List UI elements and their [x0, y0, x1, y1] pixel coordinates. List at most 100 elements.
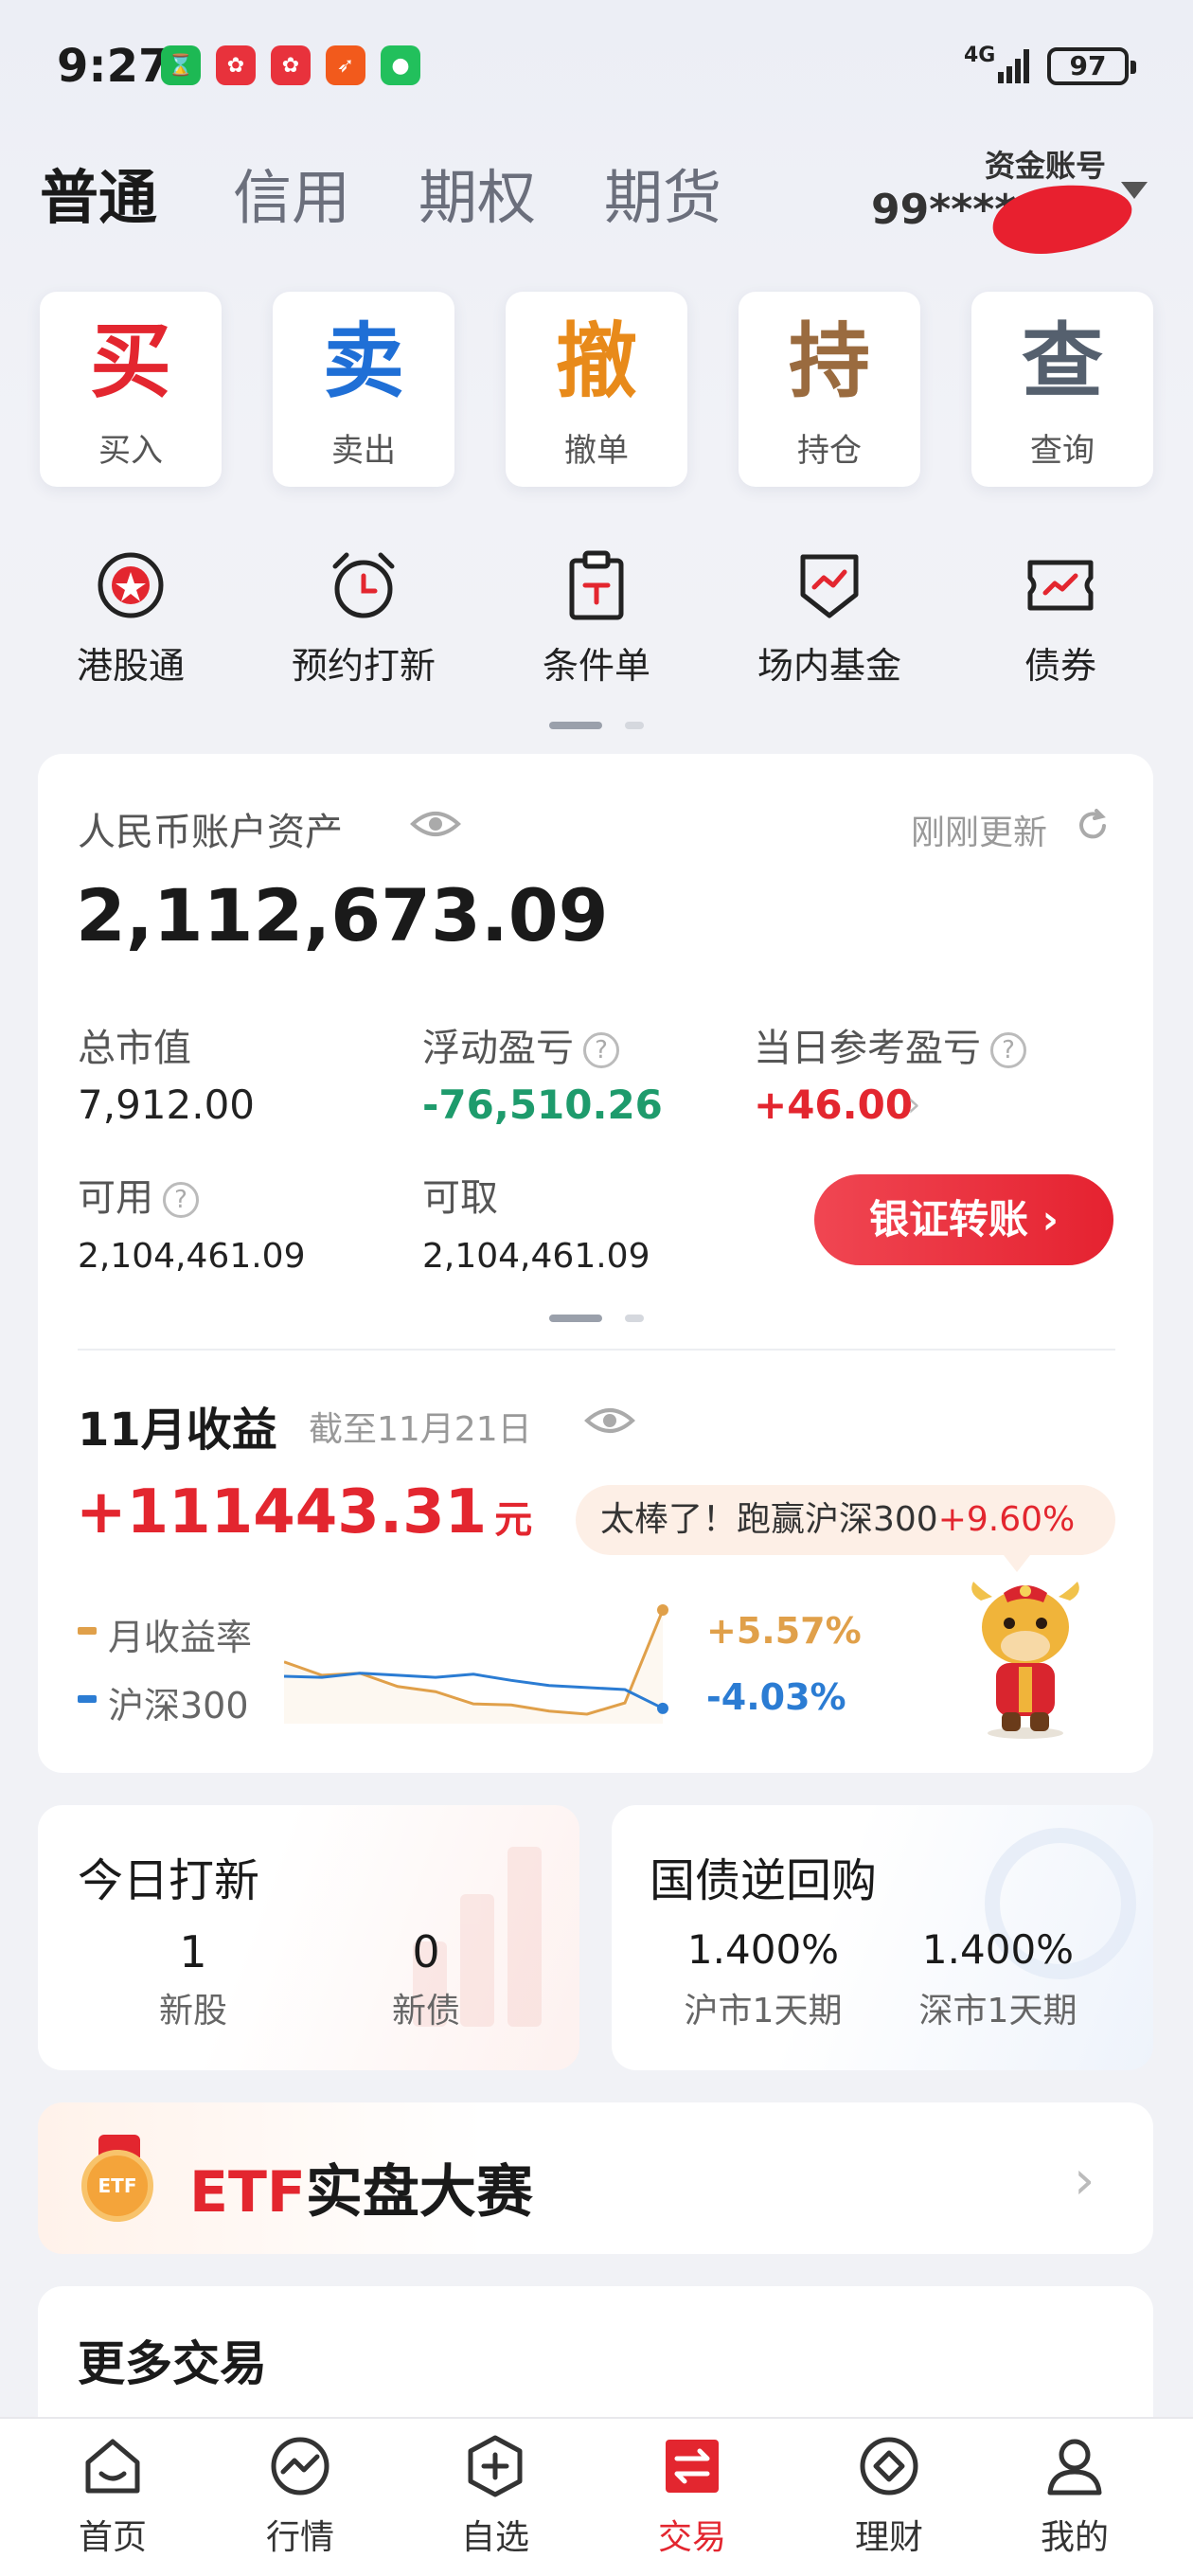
market-value: 7,912.00	[78, 1082, 256, 1128]
home-icon	[85, 2439, 140, 2494]
monthly-percent: +5.57%	[706, 1610, 862, 1652]
positions-label: 持仓	[797, 432, 862, 470]
bonds-label: 债券	[1024, 645, 1096, 687]
etf-prefix: ETF	[189, 2159, 306, 2226]
tab-normal[interactable]: 普通	[40, 150, 157, 235]
eye-icon[interactable]	[409, 807, 462, 841]
status-time: 9:27	[57, 40, 170, 93]
help-icon[interactable]: ?	[163, 1182, 199, 1218]
exchange-fund-item[interactable]: 场内基金	[735, 547, 924, 689]
repo-title: 国债逆回购	[650, 1854, 878, 1907]
sell-button[interactable]: 卖 卖出	[273, 292, 454, 487]
shield-chart-icon	[800, 554, 859, 618]
buy-button[interactable]: 买 买入	[40, 292, 222, 487]
refresh-status: 刚刚更新	[911, 814, 1048, 852]
available-label-wrap: 可用?	[78, 1167, 199, 1222]
account-label: 资金账号	[985, 148, 1107, 184]
sh-repo-label: 沪市1天期	[684, 1992, 843, 2030]
ticket-chart-icon	[1027, 560, 1094, 611]
eye-icon[interactable]	[583, 1404, 636, 1438]
sell-glyph: 卖	[323, 314, 404, 409]
profile-icon	[1047, 2439, 1102, 2496]
new-stock-count: 1	[179, 1926, 207, 1977]
help-icon[interactable]: ?	[583, 1032, 619, 1068]
withdrawable-value: 2,104,461.09	[422, 1237, 650, 1276]
conditional-order-item[interactable]: 条件单	[502, 547, 691, 689]
badge-text: 太棒了！跑赢沪深300	[600, 1500, 938, 1539]
withdrawable-label: 可取	[422, 1176, 498, 1220]
bank-transfer-button[interactable]: 银证转账 ›	[814, 1174, 1113, 1265]
outperform-badge: 太棒了！跑赢沪深300+9.60%	[576, 1485, 1115, 1572]
query-button[interactable]: 查 查询	[971, 292, 1153, 487]
nav-market[interactable]: 行情	[229, 2432, 371, 2559]
refresh-icon[interactable]	[1074, 807, 1112, 845]
nav-profile[interactable]: 我的	[1004, 2432, 1146, 2559]
bonds-item[interactable]: 债券	[966, 547, 1155, 689]
alarm-clock-icon	[332, 552, 395, 618]
more-trading-title: 更多交易	[78, 2336, 267, 2391]
tab-credit[interactable]: 信用	[233, 150, 350, 235]
watchlist-icon	[468, 2435, 523, 2497]
day-pl-value[interactable]: +46.00	[754, 1082, 913, 1128]
chevron-right-icon[interactable]: ›	[1074, 2150, 1095, 2211]
day-pl-label: 当日参考盈亏	[754, 1027, 981, 1070]
query-label: 查询	[1030, 432, 1095, 470]
clipboard-icon	[569, 550, 624, 620]
divider	[78, 1349, 1115, 1351]
sh-repo-rate: 1.400%	[686, 1926, 840, 1973]
kite-app-icon: ➶	[326, 45, 365, 85]
nav-trade[interactable]: 交易	[621, 2432, 763, 2559]
ox-mascot-icon	[971, 1582, 1079, 1739]
new-bond-label: 新债	[391, 1992, 460, 2030]
market-value-label: 总市值	[78, 1027, 191, 1070]
nav-watchlist-label: 自选	[460, 2518, 529, 2557]
day-pl-label-wrap: 当日参考盈亏?	[754, 1017, 1026, 1072]
nav-home[interactable]: 首页	[42, 2432, 184, 2559]
monthly-legend-swatch	[78, 1627, 97, 1635]
monthly-as-of: 截至11月21日	[309, 1410, 532, 1449]
positions-glyph: 持	[789, 314, 870, 409]
float-pl-label: 浮动盈亏	[422, 1027, 574, 1070]
huawei-app-icon-2: ✿	[271, 45, 311, 85]
help-icon[interactable]: ?	[990, 1032, 1026, 1068]
index-end-point	[657, 1702, 668, 1714]
bauhinia-icon	[98, 552, 164, 618]
chevron-right-icon[interactable]: ›	[907, 1085, 920, 1124]
float-pl-value: -76,510.26	[422, 1082, 663, 1128]
positions-button[interactable]: 持 持仓	[739, 292, 920, 487]
market-icon	[271, 2437, 329, 2496]
tab-futures[interactable]: 期货	[604, 150, 721, 235]
nav-profile-label: 我的	[1040, 2518, 1109, 2557]
monthly-profit-value: +111443.31	[76, 1477, 488, 1547]
nav-wealth-label: 理财	[854, 2518, 923, 2557]
cancel-glyph: 撤	[556, 314, 637, 409]
available-label: 可用	[78, 1176, 153, 1220]
cancel-order-button[interactable]: 撤 撤单	[506, 292, 687, 487]
sz-repo-rate: 1.400%	[921, 1926, 1075, 1973]
etf-title: ETF实盘大赛	[189, 2146, 533, 2228]
exchange-fund-label: 场内基金	[757, 645, 901, 687]
sz-repo-label: 深市1天期	[918, 1992, 1077, 2030]
ipo-reservation-item[interactable]: 预约打新	[269, 547, 458, 689]
ipo-reservation-label: 预约打新	[291, 645, 436, 687]
index-legend-swatch	[78, 1695, 97, 1703]
chevron-down-icon[interactable]	[1121, 182, 1148, 199]
asset-title: 人民币账户资产	[78, 811, 343, 854]
etf-medal-icon: ETF	[81, 2135, 157, 2222]
tab-options[interactable]: 期权	[418, 150, 536, 235]
nav-watchlist[interactable]: 自选	[424, 2432, 566, 2559]
nav-home-label: 首页	[78, 2518, 147, 2557]
wechat-icon: ●	[381, 45, 420, 85]
legend-monthly: 月收益率	[108, 1617, 253, 1658]
ipo-title: 今日打新	[78, 1854, 260, 1907]
wealth-icon	[860, 2437, 918, 2496]
index-percent: -4.03%	[706, 1676, 846, 1718]
battery-indicator: 97	[1047, 47, 1136, 85]
hk-connect-item[interactable]: 港股通	[36, 547, 225, 689]
monthly-profit: +111443.31 元	[76, 1477, 532, 1547]
nav-wealth[interactable]: 理财	[818, 2432, 960, 2559]
buy-label: 买入	[98, 432, 163, 470]
nav-market-label: 行情	[265, 2518, 334, 2557]
status-bar: 9:27 ⌛ ✿ ✿ ➶ ● 4G 97	[0, 0, 1193, 142]
monthly-chart	[284, 1604, 668, 1724]
